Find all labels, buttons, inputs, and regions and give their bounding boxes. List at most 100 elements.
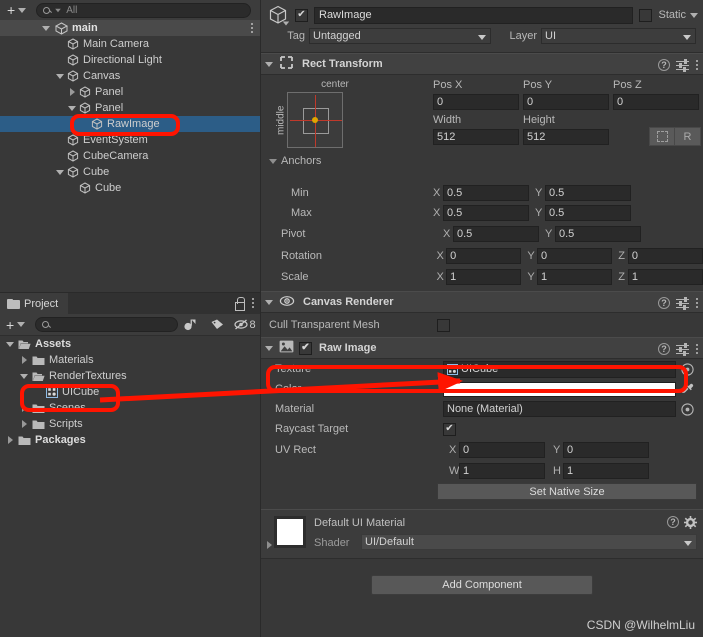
foldout-icon[interactable] xyxy=(54,73,66,79)
width-input[interactable]: 512 xyxy=(433,129,519,145)
cull-transparent-mesh-checkbox[interactable] xyxy=(437,318,450,332)
project-item-assets[interactable]: Assets xyxy=(0,336,260,352)
hierarchy-item-eventsystem[interactable]: EventSystem xyxy=(0,132,260,148)
tab-project[interactable]: Project xyxy=(0,293,69,314)
kebab-menu-icon[interactable] xyxy=(695,58,699,72)
foldout-icon[interactable] xyxy=(54,169,66,175)
layer-dropdown[interactable]: UI xyxy=(541,28,696,44)
uv-x-input[interactable]: 0 xyxy=(459,441,545,458)
add-component-button[interactable]: Add Component xyxy=(371,575,593,595)
anchor-preset-button[interactable] xyxy=(287,92,343,148)
project-search-input[interactable] xyxy=(35,317,178,332)
project-item-materials[interactable]: Materials xyxy=(0,352,260,368)
pos-y-input[interactable]: 0 xyxy=(523,94,609,110)
gameobject-enabled-checkbox[interactable]: ✔ xyxy=(295,8,308,22)
kebab-menu-icon[interactable] xyxy=(695,296,699,310)
object-picker-icon[interactable] xyxy=(681,362,694,376)
pos-z-input[interactable]: 0 xyxy=(613,94,699,110)
hierarchy-item-panel[interactable]: Panel xyxy=(0,84,260,100)
texture-object-field[interactable]: UICube xyxy=(443,360,676,378)
hierarchy-root-scene[interactable]: main xyxy=(0,20,260,36)
pivot-x-input[interactable]: 0.5 xyxy=(453,226,539,242)
pos-x-input[interactable]: 0 xyxy=(433,94,519,110)
anchors-foldout[interactable]: Anchors xyxy=(269,155,321,167)
foldout-icon[interactable] xyxy=(66,88,78,96)
scale-x-input[interactable]: 1 xyxy=(446,268,522,285)
component-header-rect-transform[interactable]: Rect Transform ? xyxy=(261,53,703,75)
rotation-x-input[interactable]: 0 xyxy=(446,247,522,264)
foldout-icon[interactable] xyxy=(18,420,30,428)
hierarchy-item-cube[interactable]: Cube xyxy=(0,164,260,180)
foldout-icon[interactable] xyxy=(18,404,30,412)
foldout-icon[interactable] xyxy=(66,105,78,111)
foldout-icon[interactable] xyxy=(4,436,16,444)
help-icon[interactable]: ? xyxy=(658,343,670,355)
object-picker-icon[interactable] xyxy=(681,402,694,416)
preset-icon[interactable] xyxy=(676,343,689,356)
help-icon[interactable]: ? xyxy=(667,516,679,528)
hierarchy-item-cubecamera[interactable]: CubeCamera xyxy=(0,148,260,164)
hierarchy-search-input[interactable]: All xyxy=(36,2,251,18)
anchor-max-x-input[interactable]: 0.5 xyxy=(443,205,529,221)
set-native-size-button[interactable]: Set Native Size xyxy=(437,483,697,500)
hidden-packages-button[interactable]: 8 xyxy=(231,316,258,334)
foldout-icon[interactable] xyxy=(265,61,273,67)
shader-dropdown[interactable]: UI/Default xyxy=(361,534,697,550)
foldout-icon[interactable] xyxy=(18,356,30,364)
hierarchy-item-cube[interactable]: Cube xyxy=(0,180,260,196)
pivot-y-input[interactable]: 0.5 xyxy=(555,226,641,242)
hierarchy-item-directional-light[interactable]: Directional Light xyxy=(0,52,260,68)
foldout-icon[interactable] xyxy=(18,373,30,379)
foldout-icon[interactable] xyxy=(4,341,16,347)
anchor-max-y-input[interactable]: 0.5 xyxy=(545,205,631,221)
color-field[interactable] xyxy=(443,381,676,397)
anchor-min-y-input[interactable]: 0.5 xyxy=(545,185,631,201)
foldout-icon[interactable] xyxy=(265,299,273,305)
preset-icon[interactable] xyxy=(676,297,689,310)
eyedropper-icon[interactable] xyxy=(681,383,694,396)
help-icon[interactable]: ? xyxy=(658,297,670,309)
hierarchy-add-button[interactable]: + xyxy=(3,2,30,18)
project-add-button[interactable]: + xyxy=(2,317,29,333)
rotation-z-input[interactable]: 0 xyxy=(627,247,703,264)
hierarchy-item-canvas[interactable]: Canvas xyxy=(0,68,260,84)
component-header-raw-image[interactable]: ✔ Raw Image ? xyxy=(261,337,703,359)
kebab-menu-icon[interactable] xyxy=(695,342,699,356)
preset-icon[interactable] xyxy=(676,59,689,72)
project-item-uicube[interactable]: UICube xyxy=(0,384,260,400)
uv-y-input[interactable]: 0 xyxy=(563,441,649,458)
kebab-menu-icon[interactable] xyxy=(251,296,255,310)
project-item-scenes[interactable]: Scenes xyxy=(0,400,260,416)
foldout-icon[interactable] xyxy=(42,25,50,31)
lock-open-icon[interactable] xyxy=(234,296,245,311)
scale-z-input[interactable]: 1 xyxy=(627,268,703,285)
gameobject-name-input[interactable]: RawImage xyxy=(314,6,634,24)
rotation-y-input[interactable]: 0 xyxy=(536,247,613,264)
project-item-scripts[interactable]: Scripts xyxy=(0,416,260,432)
raw-image-enabled-checkbox[interactable]: ✔ xyxy=(299,341,312,355)
anchor-min-x-input[interactable]: 0.5 xyxy=(443,185,529,201)
uv-w-input[interactable]: 1 xyxy=(459,462,545,479)
component-header-canvas-renderer[interactable]: Canvas Renderer ? xyxy=(261,291,703,313)
help-icon[interactable]: ? xyxy=(658,59,670,71)
gear-icon[interactable] xyxy=(684,516,697,529)
scale-y-input[interactable]: 1 xyxy=(536,268,613,285)
project-item-packages[interactable]: Packages xyxy=(0,432,260,448)
tag-dropdown[interactable]: Untagged xyxy=(309,28,491,44)
uv-h-input[interactable]: 1 xyxy=(563,462,649,479)
filter-by-type-button[interactable] xyxy=(178,316,205,334)
hierarchy-item-panel[interactable]: Panel xyxy=(0,100,260,116)
filter-by-label-button[interactable] xyxy=(204,316,231,334)
raw-edit-mode-button[interactable]: R xyxy=(675,127,701,146)
foldout-icon[interactable] xyxy=(265,345,273,351)
raycast-target-checkbox[interactable]: ✔ xyxy=(443,422,456,436)
static-checkbox[interactable] xyxy=(639,8,653,22)
hierarchy-item-rawimage[interactable]: RawImage xyxy=(0,116,260,132)
material-object-field[interactable]: None (Material) xyxy=(443,401,676,417)
height-input[interactable]: 512 xyxy=(523,129,609,145)
project-item-rendertextures[interactable]: RenderTextures xyxy=(0,368,260,384)
foldout-icon[interactable] xyxy=(267,541,272,549)
static-chevron-down-icon[interactable] xyxy=(690,12,698,18)
kebab-menu-icon[interactable] xyxy=(250,21,254,35)
blueprint-mode-button[interactable] xyxy=(649,127,675,146)
